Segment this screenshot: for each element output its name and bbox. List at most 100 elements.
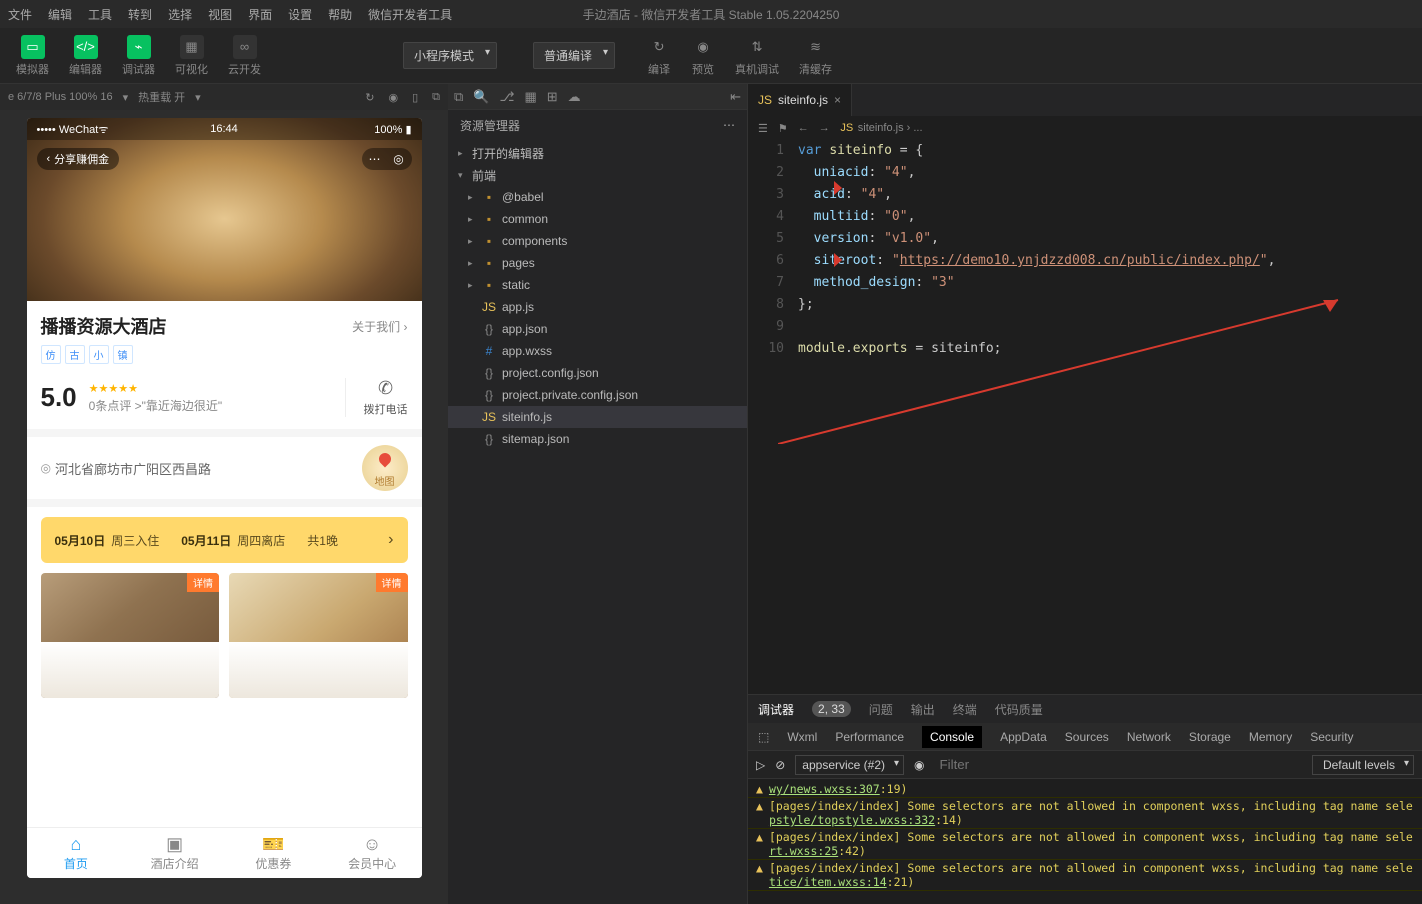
mode-dropdown[interactable]: 小程序模式 — [403, 42, 497, 69]
grid-icon[interactable]: ▦ — [524, 89, 536, 105]
search-icon[interactable]: 🔍 — [473, 89, 489, 105]
folder-item[interactable]: ▸▪common — [448, 208, 747, 230]
main-toolbar: ▭模拟器 </>编辑器 ⌁调试器 ▦可视化 ∞云开发 小程序模式 普通编译 ↻编… — [0, 28, 1422, 84]
menu-item[interactable]: 视图 — [208, 6, 232, 23]
run-icon[interactable]: ▷ — [756, 758, 765, 772]
editor-tab[interactable]: JSsiteinfo.js× — [748, 84, 852, 116]
menu-item[interactable]: 工具 — [88, 6, 112, 23]
folder-item[interactable]: ▸▪static — [448, 274, 747, 296]
device-label[interactable]: e 6/7/8 Plus 100% 16 — [8, 91, 113, 103]
filter-input[interactable] — [935, 754, 1302, 775]
file-item[interactable]: {}project.config.json — [448, 362, 747, 384]
share-pill[interactable]: ‹ 分享赚佣金 — [37, 148, 120, 170]
files-icon[interactable]: ⧉ — [454, 89, 463, 105]
file-item[interactable]: JSapp.js — [448, 296, 747, 318]
tab-item[interactable]: ⌂首页 — [27, 828, 126, 878]
cloud-button[interactable]: ∞云开发 — [222, 31, 267, 81]
simulator-button[interactable]: ▭模拟器 — [10, 31, 55, 81]
debug-tab[interactable]: 调试器 — [758, 701, 794, 718]
file-item[interactable]: JSsiteinfo.js — [448, 406, 747, 428]
address[interactable]: 河北省廊坊市广阳区西昌路 — [55, 459, 211, 478]
cloud-icon[interactable]: ☁ — [568, 89, 581, 105]
devtools-tab[interactable]: Performance — [835, 730, 904, 744]
file-item[interactable]: #app.wxss — [448, 340, 747, 362]
tab-item[interactable]: ☺会员中心 — [323, 828, 422, 878]
about-link[interactable]: 关于我们 › — [352, 318, 407, 335]
list-icon[interactable]: ☰ — [758, 122, 768, 135]
preview-button[interactable]: ◉预览 — [685, 31, 721, 81]
devtools-tab[interactable]: Memory — [1249, 730, 1292, 744]
open-editors-section[interactable]: ▸打开的编辑器 — [448, 142, 747, 164]
devtools-tab[interactable]: Console — [922, 726, 982, 748]
menu-icon[interactable]: ⋯ — [368, 152, 382, 166]
fwd-icon[interactable]: → — [819, 122, 830, 134]
inspect-icon[interactable]: ⬚ — [758, 730, 769, 744]
folder-item[interactable]: ▸▪pages — [448, 252, 747, 274]
rating-text[interactable]: 0条点评 >"靠近海边很近" — [89, 397, 223, 414]
room-card[interactable]: 详情 — [41, 573, 220, 698]
collapse-icon[interactable]: ⇤ — [730, 89, 741, 105]
folder-item[interactable]: ▸▪components — [448, 230, 747, 252]
tab-item[interactable]: 🎫优惠券 — [224, 828, 323, 878]
target-icon[interactable]: ◎ — [392, 152, 406, 166]
tab-item[interactable]: ▣酒店介绍 — [125, 828, 224, 878]
hotreload-label[interactable]: 热重载 开 — [138, 89, 185, 105]
folder-item[interactable]: ▸▪@babel — [448, 186, 747, 208]
menu-item[interactable]: 帮助 — [328, 6, 352, 23]
room-card[interactable]: 详情 — [229, 573, 408, 698]
file-item[interactable]: {}project.private.config.json — [448, 384, 747, 406]
menu-item[interactable]: 转到 — [128, 6, 152, 23]
breadcrumb[interactable]: JSsiteinfo.js › ... — [840, 122, 923, 134]
menu-item[interactable]: 编辑 — [48, 6, 72, 23]
devtools-tab[interactable]: Network — [1127, 730, 1171, 744]
devtools-tab[interactable]: Security — [1310, 730, 1353, 744]
map-button[interactable]: 地图 — [362, 445, 408, 491]
chevron-right-icon: › — [388, 531, 393, 549]
branch-icon[interactable]: ⎇ — [499, 89, 514, 105]
levels-dropdown[interactable]: Default levels — [1312, 755, 1414, 775]
debugger-panel: 调试器 2, 33 问题 输出 终端 代码质量 ⬚ Wxml Performance Cons… — [748, 694, 1422, 904]
eye-icon[interactable]: ◉ — [914, 758, 924, 772]
devtools-tab[interactable]: Storage — [1189, 730, 1231, 744]
more-icon[interactable]: ⋯ — [723, 118, 735, 132]
console-warning: ▲[pages/index/index] Some selectors are … — [748, 798, 1422, 829]
record-icon[interactable]: ◉ — [388, 91, 398, 104]
console-warning: ▲wy/news.wxss:307:19) — [748, 781, 1422, 798]
menu-item[interactable]: 设置 — [288, 6, 312, 23]
devtools-tab[interactable]: AppData — [1000, 730, 1047, 744]
popout-icon[interactable]: ⧉ — [432, 91, 440, 104]
debugger-button[interactable]: ⌁调试器 — [116, 31, 161, 81]
call-button[interactable]: ✆拨打电话 — [345, 378, 408, 417]
debug-tab[interactable]: 2, 33 — [812, 701, 851, 717]
back-icon[interactable]: ← — [798, 122, 809, 134]
tag: 仿 — [41, 345, 61, 364]
menu-item[interactable]: 界面 — [248, 6, 272, 23]
menu-item[interactable]: 选择 — [168, 6, 192, 23]
date-picker[interactable]: 05月10日周三入住 05月11日周四离店 共1晚 › — [41, 517, 408, 563]
devtools-tab[interactable]: Wxml — [787, 730, 817, 744]
phone-icon[interactable]: ▯ — [412, 91, 418, 104]
debug-tab[interactable]: 输出 — [911, 701, 935, 718]
compile-button[interactable]: ↻编译 — [641, 31, 677, 81]
capsule[interactable]: ⋯◎ — [362, 148, 412, 170]
compile-dropdown[interactable]: 普通编译 — [533, 42, 615, 69]
debug-tab[interactable]: 终端 — [953, 701, 977, 718]
close-icon[interactable]: × — [834, 93, 841, 107]
scope-dropdown[interactable]: appservice (#2) — [795, 755, 904, 775]
bookmark-icon[interactable]: ⚑ — [778, 122, 788, 135]
file-item[interactable]: {}app.json — [448, 318, 747, 340]
menu-item[interactable]: 微信开发者工具 — [368, 6, 452, 23]
menu-item[interactable]: 文件 — [8, 6, 32, 23]
ext-icon[interactable]: ⊞ — [547, 89, 558, 105]
visual-button[interactable]: ▦可视化 — [169, 31, 214, 81]
devtools-tab[interactable]: Sources — [1065, 730, 1109, 744]
refresh-icon[interactable]: ↻ — [365, 91, 374, 104]
project-root[interactable]: ▾前端 — [448, 164, 747, 186]
debug-tab[interactable]: 问题 — [869, 701, 893, 718]
file-item[interactable]: {}sitemap.json — [448, 428, 747, 450]
realdebug-button[interactable]: ⇅真机调试 — [729, 31, 785, 81]
editor-button[interactable]: </>编辑器 — [63, 31, 108, 81]
debug-tab[interactable]: 代码质量 — [995, 701, 1043, 718]
block-icon[interactable]: ⊘ — [775, 758, 785, 772]
clearcache-button[interactable]: ≋清缓存 — [793, 31, 838, 81]
